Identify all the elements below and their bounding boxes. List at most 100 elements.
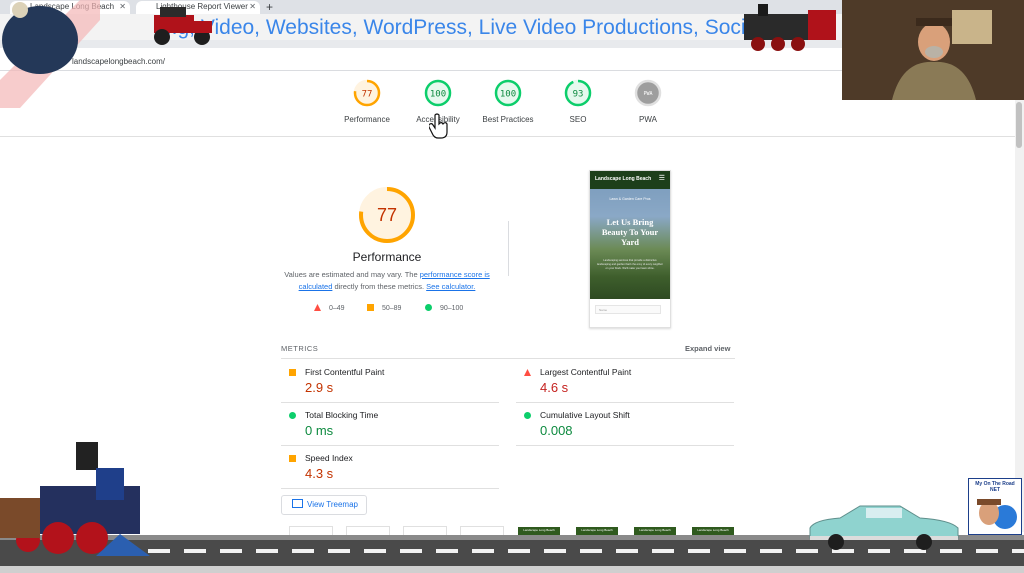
performance-score: 77 [377,205,397,225]
vintage-car-icon [154,7,212,45]
metric-first-contentful-paint: First Contentful Paint 2.9 s [281,359,499,403]
gauge-ring: PWA [634,79,662,107]
close-icon[interactable]: ✕ [119,2,126,11]
lane-dash [544,549,566,553]
vertical-divider [508,221,509,276]
metric-label: Cumulative Layout Shift [540,410,630,420]
lane-dash [760,549,782,553]
gauge-score: 93 [573,90,584,100]
metric-label: First Contentful Paint [305,367,385,377]
metric-label: Speed Index [305,453,353,463]
road-sidewalk [0,566,1024,573]
lane-dash [976,549,998,553]
circle-icon [425,304,432,311]
gauge-label: Performance [344,115,390,124]
gauge-ring: 100 [424,79,452,107]
gauge-pwa[interactable]: PWA PWA [608,78,688,124]
metric-value: 0 ms [305,423,334,438]
performance-gauge: 77 [359,187,415,243]
metric-largest-contentful-paint: Largest Contentful Paint 4.6 s [516,359,734,403]
lane-dash [220,549,242,553]
preview-body: Landscaping services that provide a dist… [597,259,663,270]
preview-brand: Landscape Long Beach [595,176,652,182]
legend-pass: 90–100 [425,304,463,312]
banner-text: ...g, Video, Websites, WordPress, Live V… [160,16,786,39]
treemap-label: View Treemap [307,500,358,509]
desc-text: directly from these metrics. [332,282,427,291]
lane-dash [184,549,206,553]
lane-dash [652,549,674,553]
close-icon[interactable]: ✕ [249,2,256,11]
presenter-silhouette [842,0,1024,100]
gauge-ring: 100 [494,79,522,107]
metrics-heading: METRICS [281,344,319,353]
lane-dash [400,549,422,553]
gauge-ring: 93 [564,79,592,107]
metric-label: Total Blocking Time [305,410,379,420]
lane-dash [436,549,458,553]
performance-title: Performance [352,250,422,264]
legend-average: 50–89 [367,304,401,312]
metric-label: Largest Contentful Paint [540,367,632,377]
metric-cumulative-layout-shift: Cumulative Layout Shift 0.008 [516,402,734,446]
preview-header: Landscape Long Beach ☰ [590,171,670,189]
square-icon [367,304,374,311]
lane-dash [580,549,602,553]
globe-icon [977,499,1017,529]
preview-kicker: Lawn & Garden Care Pros [609,197,651,201]
gauge-label: SEO [569,115,587,124]
lane-dash [724,549,746,553]
gauge-score: PWA [643,91,652,97]
steam-train-icon [0,442,150,556]
lane-dash [472,549,494,553]
lane-dash [508,549,530,553]
metric-value: 2.9 s [305,380,334,395]
preview-headline: Let Us Bring Beauty To Your Yard [601,217,659,247]
metric-value: 4.3 s [305,466,334,481]
view-treemap-button[interactable]: View Treemap [281,495,367,515]
gauge-score: 100 [500,90,516,100]
bison-logo-icon [0,0,100,108]
legend-range: 90–100 [439,305,464,312]
gauge-label: PWA [639,115,657,124]
triangle-icon [524,369,531,376]
lane-dash [616,549,638,553]
legend-range: 50–89 [381,305,402,312]
circle-icon [289,412,296,419]
webcam-overlay [842,0,1024,100]
gauge-ring: 77 [353,79,381,107]
lane-dash [1012,549,1024,553]
lane-dash [148,549,170,553]
final-screenshot[interactable]: Landscape Long Beach ☰ Lawn & Garden Car… [589,170,671,328]
lane-dash [292,549,314,553]
gauge-seo[interactable]: 93 SEO [538,78,618,124]
on-the-road-badge: My On The Road NET [968,478,1022,535]
legend-fail: 0–49 [314,304,345,312]
gauge-best-practices[interactable]: 100 Best Practices [468,78,548,124]
gauge-label: Best Practices [482,115,534,124]
metric-total-blocking-time: Total Blocking Time 0 ms [281,402,499,446]
desc-text: Values are estimated and may vary. The [284,270,420,279]
metric-value: 4.6 s [540,380,569,395]
legend-range: 0–49 [328,305,345,312]
square-icon [289,455,296,462]
lane-dash [256,549,278,553]
hamburger-icon: ☰ [658,175,665,182]
metric-value: 0.008 [540,423,573,438]
circle-icon [524,412,531,419]
square-icon [289,369,296,376]
scrollbar-thumb[interactable] [1016,102,1022,148]
badge-text: My On The Road NET [975,481,1015,493]
triangle-icon [314,304,321,311]
lane-dash [688,549,710,553]
metric-speed-index: Speed Index 4.3 s [281,445,499,489]
divider [0,136,1024,137]
see-calculator-link[interactable]: See calculator. [426,282,475,291]
gauge-performance[interactable]: 77 Performance [327,78,407,124]
gauge-score: 100 [430,90,446,100]
lane-dash [364,549,386,553]
new-tab-button[interactable]: + [266,0,273,14]
hand-cursor-icon [429,113,448,139]
gauge-score: 77 [362,90,373,100]
expand-view-toggle[interactable]: Expand view [685,344,730,353]
